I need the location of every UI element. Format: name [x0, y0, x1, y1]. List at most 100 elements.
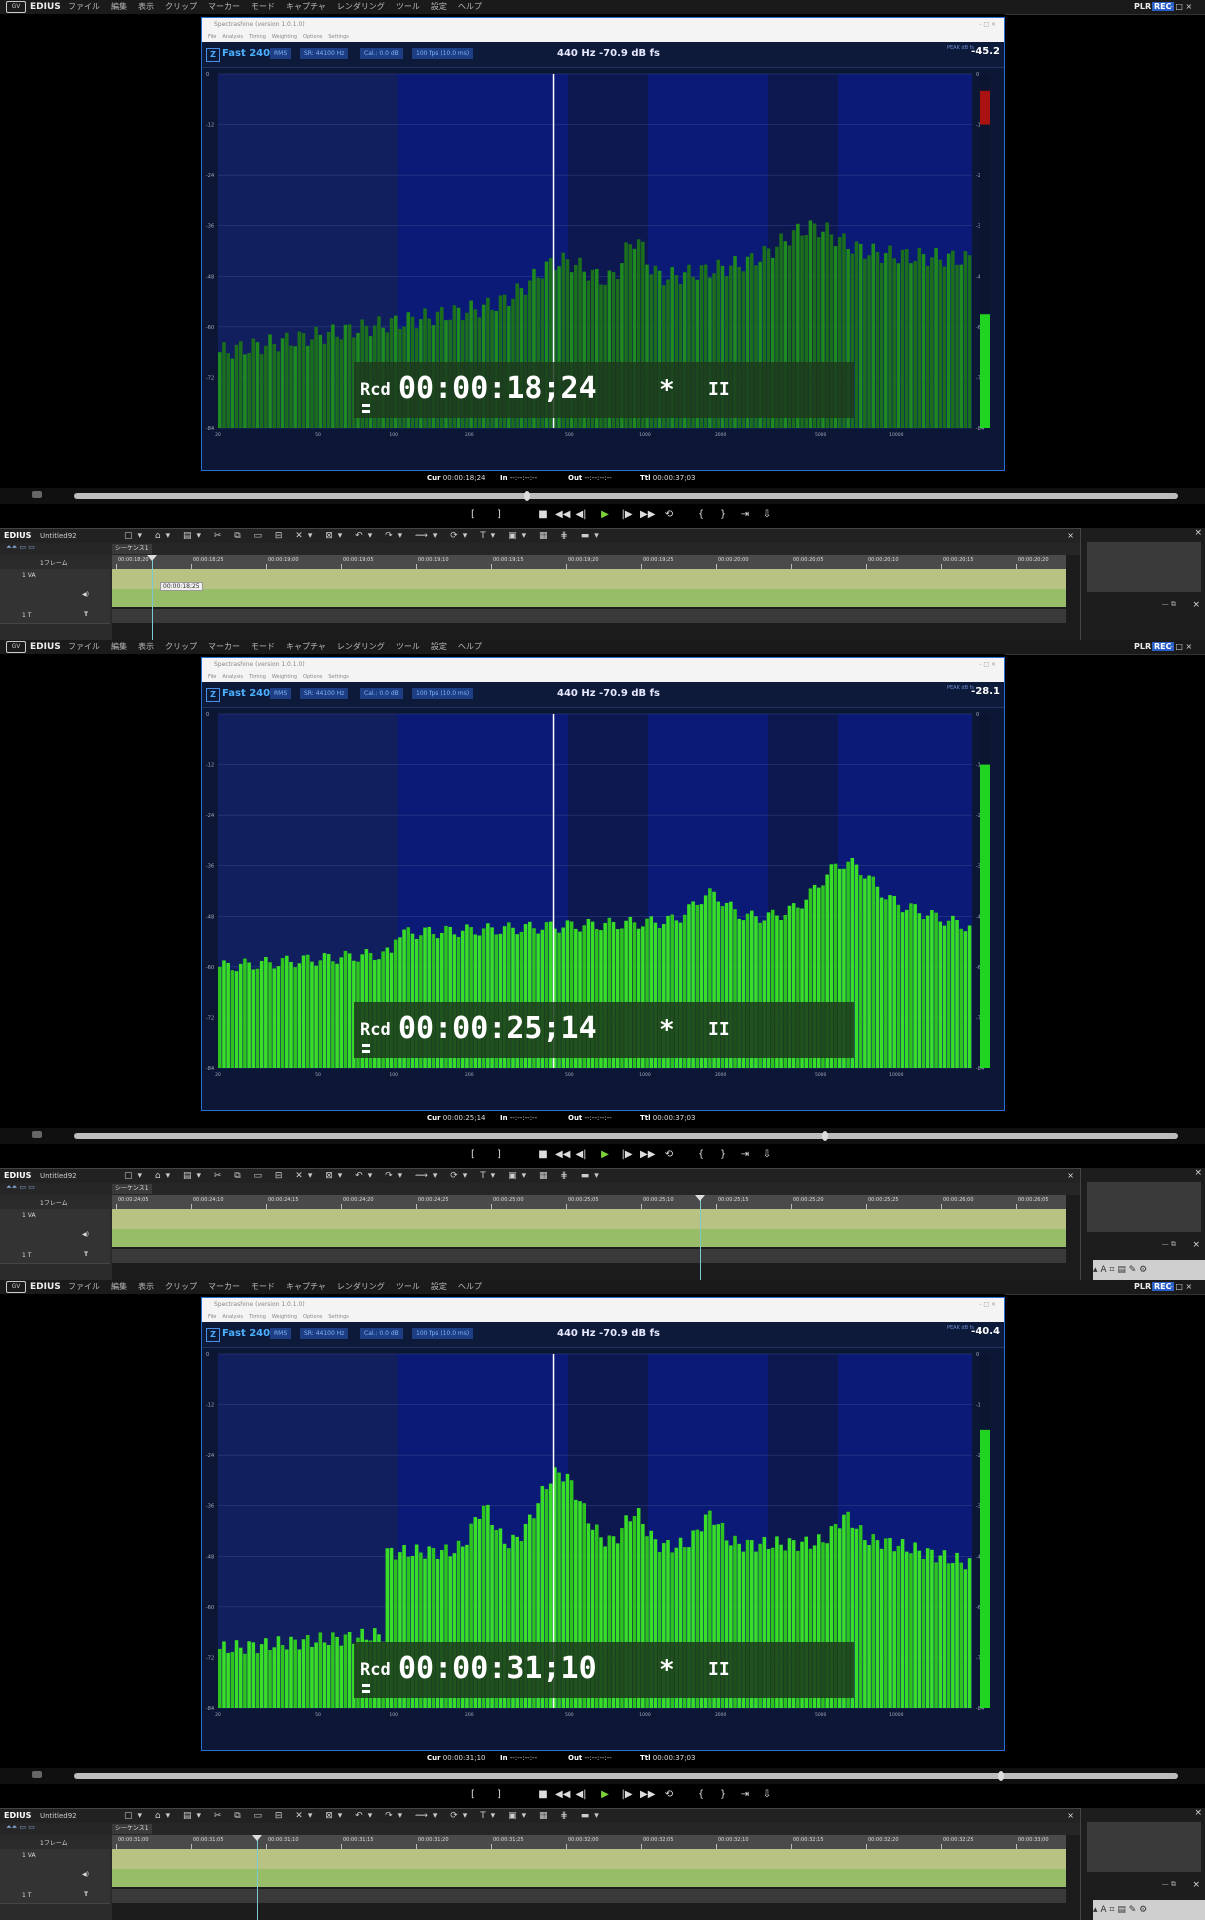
- track-header-va[interactable]: 1 VA ◀): [0, 1849, 110, 1890]
- plugin-menu-item[interactable]: Settings: [328, 34, 349, 40]
- seek-handle[interactable]: [998, 1771, 1005, 1781]
- menu-item[interactable]: 編集: [111, 2, 127, 11]
- menu-item[interactable]: クリップ: [165, 642, 197, 651]
- export-button[interactable]: ⇩: [760, 1148, 774, 1162]
- export-button[interactable]: ⇩: [760, 508, 774, 522]
- bin-toolbar[interactable]: ▴ A ⌗ ▤ ✎ ⚙: [1093, 1900, 1205, 1920]
- close-icon[interactable]: ×: [1194, 1808, 1202, 1818]
- plugin-menu-item[interactable]: File: [208, 674, 216, 680]
- plugin-menu-item[interactable]: Timing: [249, 674, 266, 680]
- menu-item[interactable]: レンダリング: [337, 2, 385, 11]
- frame-step-label[interactable]: 1フレーム: [40, 1198, 68, 1207]
- audio-knob[interactable]: [32, 1131, 42, 1138]
- frame-step-label[interactable]: 1フレーム: [40, 1838, 68, 1847]
- fast-forward-button[interactable]: ▶▶: [640, 1148, 655, 1162]
- plugin-menu-item[interactable]: Analysis: [222, 1314, 243, 1320]
- sequence-tab[interactable]: シーケンス1: [112, 544, 152, 554]
- mark-in-button[interactable]: {: [694, 1788, 708, 1802]
- zoom-icon[interactable]: Z: [206, 1328, 220, 1342]
- window-controls[interactable]: - □ ×: [1170, 1280, 1192, 1294]
- split-button[interactable]: ⇥: [738, 1788, 752, 1802]
- plugin-menu-item[interactable]: Timing: [249, 34, 266, 40]
- menu-item[interactable]: ファイル: [68, 642, 100, 651]
- response-mode[interactable]: Fast 240: [222, 1328, 270, 1339]
- plugin-menu-item[interactable]: Options: [303, 34, 322, 40]
- set-out-button[interactable]: ]: [492, 508, 506, 522]
- bin-toolbar[interactable]: ▴ A ⌗ ▤ ✎ ⚙: [1093, 1260, 1205, 1280]
- loop-button[interactable]: ⟲: [662, 1148, 676, 1162]
- timeline-ruler[interactable]: 00:00:18;20 00:00:18;25 00:00:19;00 00:00:1…: [112, 555, 1066, 570]
- menu-item[interactable]: ヘルプ: [458, 642, 482, 651]
- plugin-window-controls[interactable]: - □ ×: [979, 18, 996, 32]
- zoom-icon[interactable]: Z: [206, 48, 220, 62]
- window-controls[interactable]: - □ ×: [1170, 640, 1192, 654]
- track-tools-icons[interactable]: ⏶⏶ ▭ ▭: [6, 1183, 35, 1192]
- close-icon[interactable]: ×: [1067, 1169, 1074, 1183]
- playhead-marker[interactable]: [695, 1195, 705, 1201]
- mark-out-button[interactable]: }: [716, 1788, 730, 1802]
- next-frame-button[interactable]: |▶: [620, 1788, 634, 1802]
- seek-handle[interactable]: [821, 1131, 828, 1141]
- menu-item[interactable]: クリップ: [165, 1282, 197, 1291]
- zoom-icon[interactable]: Z: [206, 688, 220, 702]
- next-frame-button[interactable]: |▶: [620, 508, 634, 522]
- audio-knob[interactable]: [32, 1771, 42, 1778]
- plugin-window-controls[interactable]: - □ ×: [979, 1298, 996, 1312]
- set-out-button[interactable]: ]: [492, 1148, 506, 1162]
- menu-item[interactable]: ヘルプ: [458, 2, 482, 11]
- split-button[interactable]: ⇥: [738, 508, 752, 522]
- title-track-lane[interactable]: [112, 1249, 1066, 1263]
- title-track-lane[interactable]: [112, 609, 1066, 623]
- loop-button[interactable]: ⟲: [662, 1788, 676, 1802]
- setting-chip[interactable]: SR: 44100 Hz: [300, 688, 349, 699]
- video-track-clip[interactable]: [112, 569, 1066, 589]
- audio-track-clip[interactable]: [112, 1229, 1066, 1247]
- setting-chip[interactable]: 100 fps (10.0 ms): [412, 688, 474, 699]
- mark-out-button[interactable]: }: [716, 1148, 730, 1162]
- track-header-t[interactable]: 1 T T: [0, 609, 110, 624]
- next-frame-button[interactable]: |▶: [620, 1148, 634, 1162]
- response-mode[interactable]: Fast 240: [222, 48, 270, 59]
- setting-chip[interactable]: 100 fps (10.0 ms): [412, 1328, 474, 1339]
- title-track-lane[interactable]: [112, 1889, 1066, 1903]
- seek-handle[interactable]: [523, 491, 530, 501]
- rewind-button[interactable]: ◀◀: [555, 1788, 570, 1802]
- seek-bar[interactable]: [74, 493, 1178, 499]
- plugin-menu-item[interactable]: File: [208, 34, 216, 40]
- menu-item[interactable]: クリップ: [165, 2, 197, 11]
- menu-item[interactable]: ヘルプ: [458, 1282, 482, 1291]
- plugin-menu-item[interactable]: Weighting: [272, 674, 297, 680]
- title-track-icon[interactable]: T: [84, 1891, 88, 1898]
- minimize-icon[interactable]: — ⧉: [1162, 1240, 1176, 1249]
- setting-chip[interactable]: RMS: [270, 1328, 292, 1339]
- menu-item[interactable]: ファイル: [68, 1282, 100, 1291]
- menu-item[interactable]: ツール: [396, 642, 420, 651]
- mark-in-button[interactable]: {: [694, 1148, 708, 1162]
- plugin-menu-item[interactable]: Options: [303, 1314, 322, 1320]
- setting-chip[interactable]: 100 fps (10.0 ms): [412, 48, 474, 59]
- export-button[interactable]: ⇩: [760, 1788, 774, 1802]
- close-icon[interactable]: ×: [1192, 600, 1200, 610]
- menu-item[interactable]: モード: [251, 1282, 275, 1291]
- menu-item[interactable]: 設定: [431, 2, 447, 11]
- timeline-playhead[interactable]: [700, 1195, 701, 1280]
- menu-item[interactable]: 編集: [111, 1282, 127, 1291]
- stop-button[interactable]: ■: [536, 1788, 550, 1802]
- setting-chip[interactable]: Cal.: 0.0 dB: [360, 1328, 403, 1339]
- title-track-icon[interactable]: T: [84, 611, 88, 618]
- play-button[interactable]: ▶: [598, 1788, 612, 1802]
- speaker-icon[interactable]: ◀): [82, 1231, 89, 1238]
- timeline-tool-icons[interactable]: ▢▾ ⌂▾ ▤▾ ✂ ⧉ ▭ ⊟ ✕▾ ⊠▾ ↶▾ ↷▾ ⟿▾ ⟳▾ T▾ ▣▾…: [124, 1809, 604, 1823]
- setting-chip[interactable]: SR: 44100 Hz: [300, 48, 349, 59]
- video-track-clip[interactable]: [112, 1209, 1066, 1229]
- menu-item[interactable]: マーカー: [208, 1282, 240, 1291]
- track-header-t[interactable]: 1 T T: [0, 1889, 110, 1904]
- close-icon[interactable]: ×: [1194, 1168, 1202, 1178]
- fast-forward-button[interactable]: ▶▶: [640, 508, 655, 522]
- plugin-menu-item[interactable]: Weighting: [272, 34, 297, 40]
- close-icon[interactable]: ×: [1192, 1240, 1200, 1250]
- menu-item[interactable]: マーカー: [208, 642, 240, 651]
- playhead-marker[interactable]: [252, 1835, 262, 1841]
- speaker-icon[interactable]: ◀): [82, 1871, 89, 1878]
- window-controls[interactable]: - □ ×: [1170, 0, 1192, 14]
